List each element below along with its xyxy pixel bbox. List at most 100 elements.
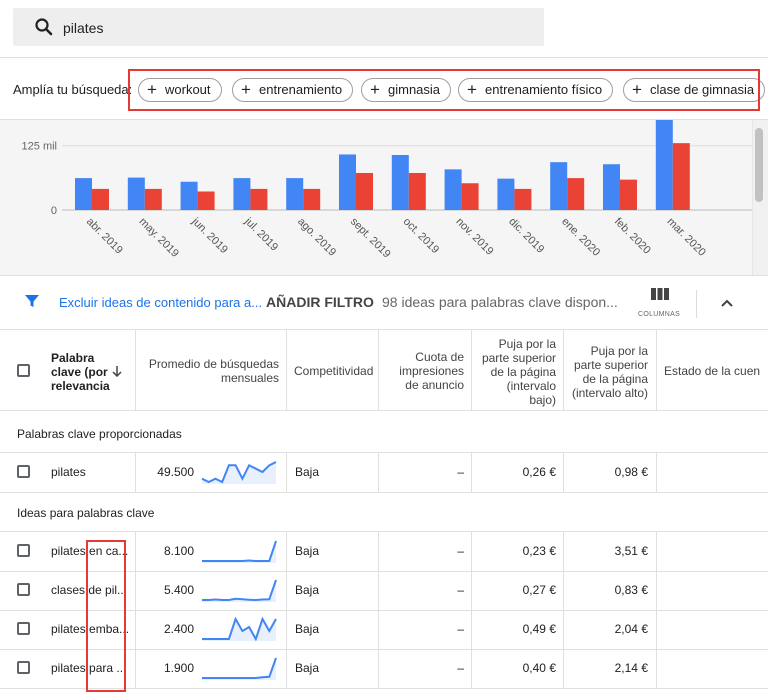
header-impression-share[interactable]: Cuota de impresiones de anuncio <box>392 350 464 392</box>
column-divider <box>471 571 472 610</box>
bid-low-cell: 0,49 € <box>522 622 556 636</box>
chart-bar <box>303 188 321 210</box>
column-divider <box>135 571 136 610</box>
chart-bar <box>567 178 585 210</box>
impression-share-cell: – <box>457 583 464 597</box>
impression-share-cell: – <box>457 622 464 636</box>
chart-bar <box>461 183 479 210</box>
row-checkbox[interactable] <box>17 544 30 557</box>
column-divider <box>286 453 287 492</box>
avg-searches-cell: 8.100 <box>163 544 194 558</box>
column-divider <box>656 453 657 492</box>
arrow-down-icon[interactable] <box>112 364 122 382</box>
search-volume-chart: 125 mil 0 abr. 2019 may. 2019 jun. 2019 jul. … <box>0 120 752 275</box>
column-divider <box>378 330 379 410</box>
trend-sparkline <box>201 578 277 607</box>
broaden-label: Amplía tu búsqueda: <box>13 82 133 97</box>
search-bar[interactable]: pilates <box>13 8 544 46</box>
column-divider <box>563 330 564 410</box>
columns-icon[interactable] <box>651 287 669 306</box>
chart-bar <box>391 154 409 210</box>
add-filter-button[interactable]: AÑADIR FILTRO <box>266 294 374 310</box>
search-icon <box>34 17 54 42</box>
chart-x-tick-label: sept. 2019 <box>348 216 393 261</box>
avg-searches-cell: 49.500 <box>157 465 194 479</box>
search-query[interactable]: pilates <box>63 20 103 36</box>
chart-svg: 125 mil 0 abr. 2019 may. 2019 jun. 2019 jul. … <box>22 120 752 261</box>
column-divider <box>378 453 379 492</box>
chart-bar <box>497 178 515 210</box>
column-divider <box>135 649 136 688</box>
bid-high-cell: 0,98 € <box>614 465 648 479</box>
column-divider <box>471 330 472 410</box>
chart-bar <box>339 154 356 210</box>
column-divider <box>656 571 657 610</box>
avg-searches-cell: 1.900 <box>163 661 194 675</box>
divider <box>0 329 768 330</box>
header-keyword[interactable]: Palabra clave (por relevancia <box>51 351 121 393</box>
column-divider <box>656 330 657 410</box>
trend-sparkline <box>201 616 277 646</box>
chart-x-tick-label: abr. 2019 <box>84 216 125 257</box>
column-divider <box>563 453 564 492</box>
competition-cell: Baja <box>295 583 320 597</box>
filter-icon[interactable] <box>24 293 40 314</box>
row-checkbox[interactable] <box>17 661 30 674</box>
column-divider <box>378 571 379 610</box>
impression-share-cell: – <box>457 465 464 479</box>
bid-high-cell: 0,83 € <box>614 583 648 597</box>
select-all-checkbox[interactable] <box>17 364 30 377</box>
columns-button-label[interactable]: COLUMNAS <box>638 311 680 318</box>
chevron-up-icon[interactable] <box>720 295 734 313</box>
exclude-filter-link[interactable]: Excluir ideas de contenido para a... <box>59 295 262 310</box>
column-divider <box>135 610 136 649</box>
row-checkbox[interactable] <box>17 622 30 635</box>
chart-bar <box>408 172 426 210</box>
header-account-status[interactable]: Estado de la cuen <box>664 364 768 378</box>
divider <box>0 410 768 411</box>
header-competition[interactable]: Competitividad <box>294 364 378 378</box>
highlight-box-chips <box>128 69 760 111</box>
chart-x-tick-label: oct. 2019 <box>401 216 441 256</box>
competition-cell: Baja <box>295 661 320 675</box>
header-bid-high[interactable]: Puja por la parte superior de la página … <box>566 344 648 400</box>
chart-x-tick-label: ago. 2019 <box>295 216 338 259</box>
competition-cell: Baja <box>295 465 320 479</box>
row-checkbox[interactable] <box>17 583 30 596</box>
chart-bar <box>127 177 145 210</box>
chart-y-tick-label: 125 mil <box>22 141 57 153</box>
highlight-box-keywords <box>86 540 126 692</box>
column-divider <box>378 610 379 649</box>
scrollbar-thumb[interactable] <box>755 128 763 202</box>
chart-x-tick-label: ene. 2020 <box>559 216 602 259</box>
impression-share-cell: – <box>457 544 464 558</box>
divider <box>0 275 768 276</box>
chart-bar <box>286 178 304 210</box>
column-divider <box>286 571 287 610</box>
chart-bar <box>75 178 92 210</box>
column-divider <box>135 330 136 410</box>
column-divider <box>471 453 472 492</box>
bid-low-cell: 0,23 € <box>522 544 556 558</box>
chart-bar <box>144 188 162 210</box>
column-divider <box>286 330 287 410</box>
bid-high-cell: 2,04 € <box>614 622 648 636</box>
trend-sparkline <box>201 539 277 568</box>
column-divider <box>656 532 657 571</box>
column-divider <box>471 649 472 688</box>
chart-bar <box>550 162 568 210</box>
header-avg-searches[interactable]: Promedio de búsquedas mensuales <box>143 357 279 385</box>
header-bid-low[interactable]: Puja por la parte superior de la página … <box>478 337 556 407</box>
column-divider <box>471 532 472 571</box>
chart-x-tick-label: feb. 2020 <box>612 216 653 257</box>
ideas-count: 98 ideas para palabras clave dispon... <box>382 294 618 310</box>
table-row[interactable] <box>0 453 768 492</box>
divider <box>0 57 768 58</box>
bid-high-cell: 2,14 € <box>614 661 648 675</box>
chart-bar <box>92 188 109 210</box>
column-divider <box>471 610 472 649</box>
column-divider <box>286 610 287 649</box>
bid-low-cell: 0,40 € <box>522 661 556 675</box>
row-checkbox[interactable] <box>17 465 30 478</box>
row-divider <box>0 492 768 493</box>
